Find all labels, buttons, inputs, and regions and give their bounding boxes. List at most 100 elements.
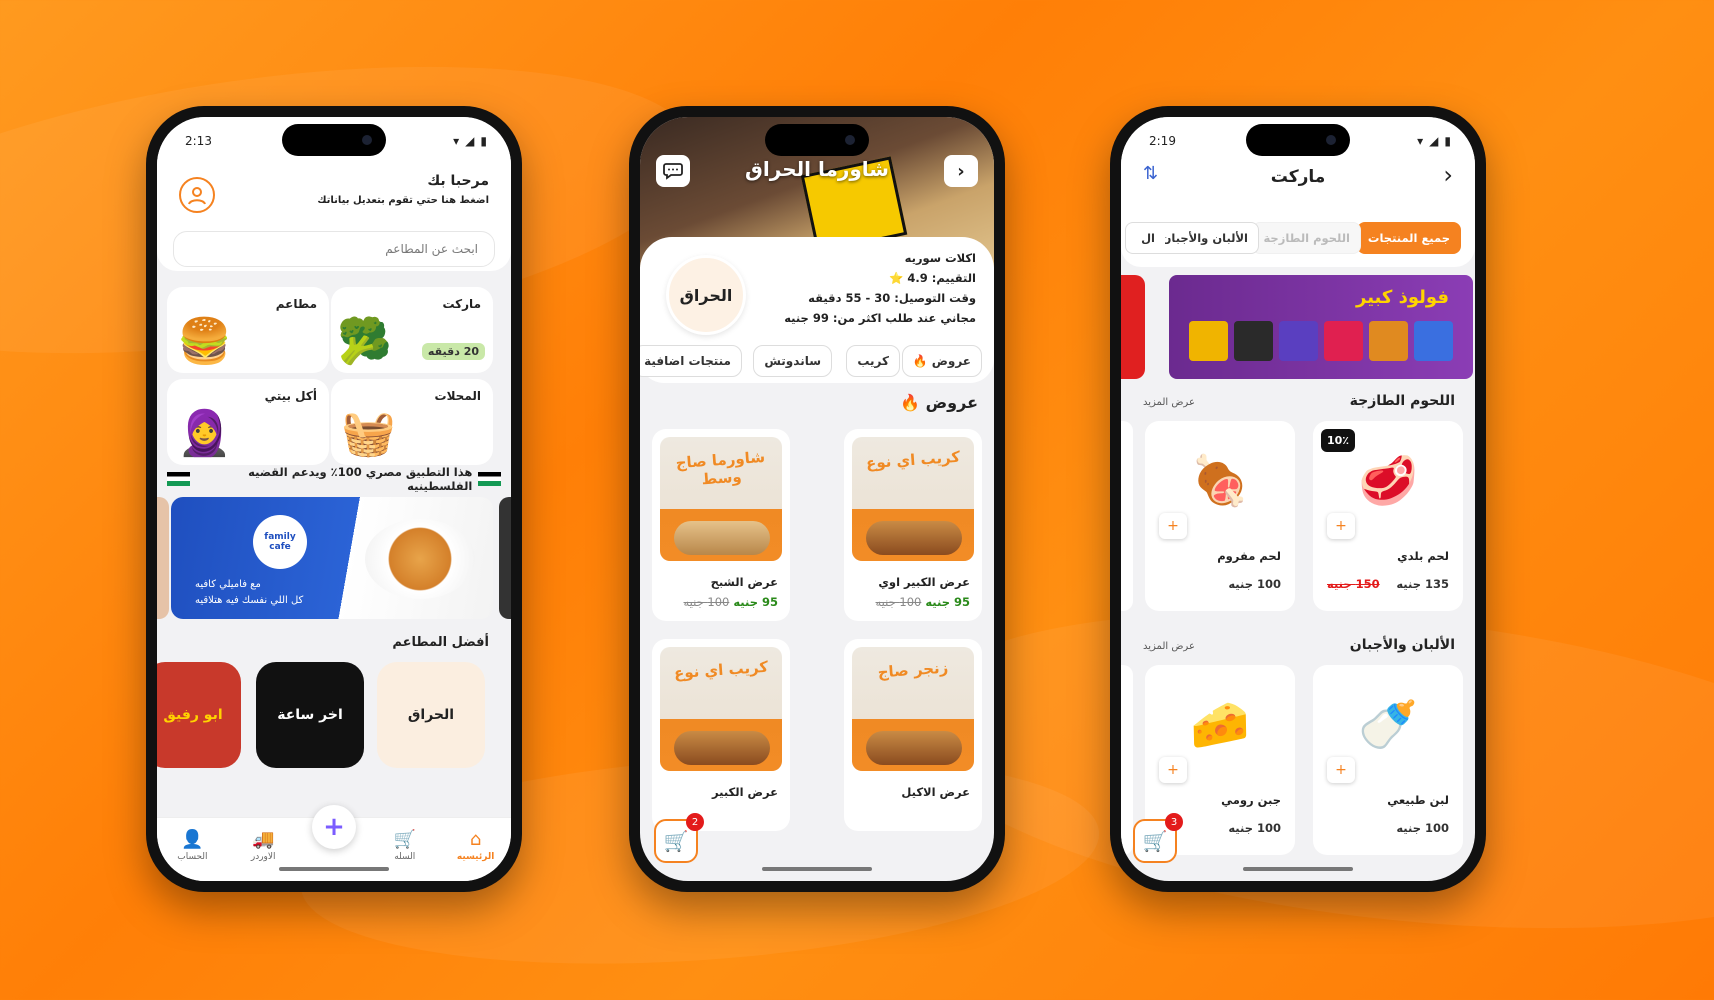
zinger-image: زنجر صاج (852, 647, 974, 771)
tab-fresh-meat[interactable]: اللحوم الطازجة (1252, 222, 1361, 254)
category-stores[interactable]: المحلات 🧺 (331, 379, 493, 465)
wifi-icon: ▾ (1417, 134, 1424, 148)
product-prev-peek (1121, 665, 1133, 855)
market-screen: 2:19 ▾ ◢ ▮ ⇅ ماركت › جميع المنتجات اللحوم … (1121, 117, 1475, 881)
banner-prev-peek (157, 497, 169, 619)
add-to-cart-button[interactable]: + (1327, 513, 1355, 539)
home-indicator (279, 867, 389, 871)
palestine-flag-icon (166, 472, 190, 486)
dynamic-island (765, 124, 869, 156)
delivery-time-badge: 20 دقيقه (421, 343, 485, 360)
edit-profile-hint[interactable]: اضغط هنا حتي تقوم بتعديل بياناتك (317, 195, 489, 206)
shawarma-image: شاورما صاج وسط (660, 437, 782, 561)
offer-card[interactable]: زنجر صاج عرض الاكيل (844, 639, 982, 831)
cart-count-badge: 3 (1165, 813, 1183, 831)
offer-name: عرض الشبح (710, 575, 778, 589)
promo-banner[interactable]: family cafe مع فاميلي كافيه كل اللي نفسك… (171, 497, 493, 619)
nav-orders[interactable]: 🚚 الاوردر (234, 829, 292, 862)
offer-price: 95 جنيه100 جنيه (683, 595, 779, 609)
offer-price: 95 جنيه100 جنيه (875, 595, 971, 609)
profile-avatar-icon[interactable] (179, 177, 215, 213)
product-name: جبن رومي (1221, 793, 1281, 807)
restaurant-card[interactable]: ابو رفيق (157, 662, 241, 768)
product-name: لحم مفروم (1217, 549, 1281, 563)
status-time: 2:13 (185, 134, 212, 148)
nav-account[interactable]: 👤 الحساب (163, 829, 221, 862)
dynamic-island (282, 124, 386, 156)
restaurant-card[interactable]: الحراق (377, 662, 485, 768)
back-chevron-icon[interactable]: › (1443, 161, 1453, 189)
milk-bottle-icon: 🍼 (1358, 696, 1418, 753)
see-more-link[interactable]: عرض المزيد (1143, 397, 1195, 408)
nav-home[interactable]: ⌂ الرئيسيه (447, 829, 505, 862)
product-old-price: 150 جنيه (1327, 577, 1380, 591)
snack-products-image (1189, 321, 1453, 361)
palestine-flag-icon (478, 472, 501, 486)
floating-cart-button[interactable]: 🛒 2 (654, 813, 704, 863)
minced-meat-icon: 🍖 (1190, 452, 1250, 509)
offers-title: عروض 🔥 (900, 393, 978, 412)
offer-card[interactable]: شاورما صاج وسط عرض الشبح 95 جنيه100 جنيه (652, 429, 790, 621)
offer-name: عرض الكبير اوي (878, 575, 970, 589)
product-prev-peek (1121, 421, 1133, 611)
signal-icon: ◢ (1429, 134, 1439, 148)
battery-icon: ▮ (480, 134, 487, 148)
beef-cut-icon: 🥩 (1358, 452, 1418, 509)
restaurant-card[interactable]: اخر ساعة (256, 662, 364, 768)
cart-icon: 🛒 (1142, 829, 1168, 853)
offer-card[interactable]: كريب اي نوع عرض الكبير (652, 639, 790, 831)
section-title-dairy: الألبان والأجبان (1349, 637, 1455, 653)
add-button[interactable]: + (312, 805, 356, 849)
banner-next-peek (499, 497, 511, 619)
chat-button[interactable] (656, 155, 690, 187)
category-label: أكل بيتي (264, 389, 317, 403)
search-input[interactable]: ابحث عن المطاعم (173, 231, 495, 267)
add-to-cart-button[interactable]: + (1159, 757, 1187, 783)
restaurant-logo: الحراق (666, 255, 746, 335)
product-price: 100 جنيه (1228, 577, 1281, 591)
promo-banner[interactable]: فولوذ كبير (1169, 275, 1473, 379)
offer-card[interactable]: كريب اي نوع عرض الكبير اوي 95 جنيه100 جن… (844, 429, 982, 621)
cart-count-badge: 2 (686, 813, 704, 831)
category-market[interactable]: ماركت 🥦 20 دقيقه (331, 287, 493, 373)
product-price: 100 جنيه (1396, 821, 1449, 835)
category-label: المحلات (434, 389, 481, 403)
best-restaurants-title: أفضل المطاعم (392, 635, 489, 650)
cuisine-label: اكلات سوريه (904, 251, 976, 265)
home-indicator (762, 867, 872, 871)
restaurant-screen: شاورما الحراق › الحراق اكلات سوريه التقي… (640, 117, 994, 881)
tab-more[interactable]: ال (1125, 222, 1165, 254)
crepe-image: كريب اي نوع (660, 647, 782, 771)
woman-avatar-icon: 🧕 (177, 408, 232, 459)
product-card[interactable]: 🍖 + لحم مفروم 100 جنيه (1145, 421, 1295, 611)
section-title-meat: اللحوم الطازجة (1349, 393, 1455, 409)
chip-crepe[interactable]: كريب (846, 345, 900, 377)
rating-label: التقييم: 4.9 ⭐ (889, 271, 976, 285)
phone-home: 2:13 ▾ ◢ ▮ مرحبا بك اضغط هنا حتي تقوم بتعد… (146, 106, 522, 892)
battery-icon: ▮ (1444, 134, 1451, 148)
phone-market: 2:19 ▾ ◢ ▮ ⇅ ماركت › جميع المنتجات اللحوم … (1110, 106, 1486, 892)
greeting: مرحبا بك (427, 173, 489, 189)
page-title: ماركت (1270, 167, 1326, 187)
category-home-food[interactable]: أكل بيتي 🧕 (167, 379, 329, 465)
add-to-cart-button[interactable]: + (1159, 513, 1187, 539)
tab-dairy[interactable]: الألبان والأجبان (1150, 222, 1259, 254)
product-card[interactable]: 🍼 + لبن طبيعي 100 جنيه (1313, 665, 1463, 855)
add-to-cart-button[interactable]: + (1327, 757, 1355, 783)
signal-icon: ◢ (465, 134, 475, 148)
chip-sandwich[interactable]: ساندوتش (753, 345, 832, 377)
back-chevron-icon[interactable]: › (944, 155, 978, 187)
free-delivery-label: مجاني عند طلب اكثر من: 99 جنيه (784, 311, 976, 325)
banner-caption: مع فاميلي كافيه (195, 579, 261, 590)
product-card[interactable]: 10٪ 🥩 + لحم بلدي 135 جنيه 150 جنيه (1313, 421, 1463, 611)
chip-offers[interactable]: عروض 🔥 (901, 345, 982, 377)
floating-cart-button[interactable]: 🛒 3 (1133, 813, 1183, 863)
chip-extras[interactable]: منتجات اضافية (640, 345, 742, 377)
nav-cart[interactable]: 🛒 السله (376, 829, 434, 862)
see-more-link[interactable]: عرض المزيد (1143, 641, 1195, 652)
wifi-icon: ▾ (453, 134, 460, 148)
tab-all-products[interactable]: جميع المنتجات (1356, 222, 1461, 254)
dynamic-island (1246, 124, 1350, 156)
category-restaurants[interactable]: مطاعم 🍔 (167, 287, 329, 373)
burger-icon: 🍔 (177, 316, 232, 367)
